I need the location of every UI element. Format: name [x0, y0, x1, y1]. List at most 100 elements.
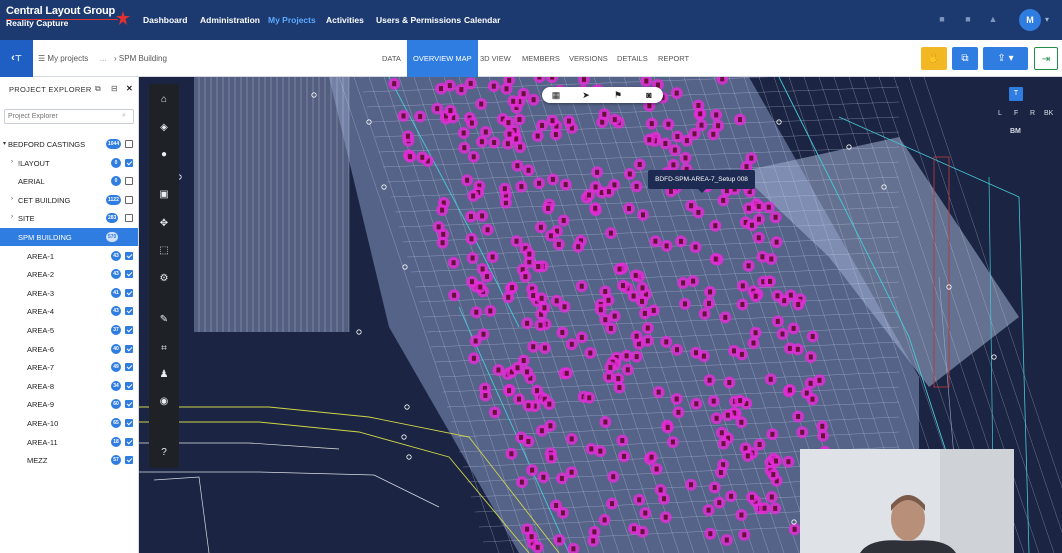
scan-marker[interactable] [531, 130, 544, 142]
scan-marker[interactable] [638, 307, 651, 320]
scan-marker[interactable] [476, 209, 489, 222]
scan-marker[interactable] [679, 297, 691, 310]
visibility-checkbox[interactable] [125, 419, 133, 427]
scan-marker[interactable] [522, 399, 535, 412]
tab-details[interactable]: DETAILS [617, 40, 648, 77]
scan-marker[interactable] [636, 281, 649, 294]
tree-caret-icon[interactable]: › [11, 196, 13, 202]
scan-marker[interactable] [710, 108, 723, 121]
scan-marker[interactable] [617, 279, 629, 292]
scan-marker[interactable] [713, 496, 726, 509]
scan-marker[interactable] [447, 256, 460, 269]
nav-administration[interactable]: Administration [200, 15, 260, 25]
scan-marker[interactable] [527, 93, 540, 106]
tab-3d-view[interactable]: 3D VIEW [480, 40, 511, 77]
scan-marker[interactable] [583, 391, 596, 404]
scan-marker[interactable] [675, 235, 687, 248]
scan-marker[interactable] [685, 199, 698, 212]
scan-marker[interactable] [550, 294, 563, 307]
scan-marker[interactable] [628, 522, 640, 535]
tree-item[interactable]: AREA-2 43 [0, 265, 138, 283]
bell-icon[interactable]: ▲ [988, 14, 998, 24]
scan-marker[interactable] [477, 328, 490, 341]
scan-marker[interactable] [546, 173, 559, 186]
scan-marker[interactable] [764, 275, 776, 288]
tab-overview-map[interactable]: OVERVIEW MAP [407, 40, 478, 77]
scan-marker[interactable] [607, 470, 620, 483]
scan-marker[interactable] [526, 464, 539, 477]
scan-marker[interactable] [572, 240, 585, 253]
scan-marker[interactable] [565, 432, 578, 445]
tree-item[interactable]: AREA-7 49 [0, 358, 138, 376]
brand-logo[interactable]: Central Layout Group Reality Capture [6, 5, 130, 28]
select-area-icon[interactable]: ⬚ [158, 245, 170, 257]
scan-marker[interactable] [502, 116, 515, 129]
explorer-search-input[interactable] [4, 109, 134, 124]
nav-calendar[interactable]: Calendar [464, 15, 500, 25]
scan-marker[interactable] [465, 117, 478, 129]
scan-marker[interactable] [796, 426, 809, 439]
scan-marker[interactable] [717, 437, 730, 450]
scan-marker[interactable] [602, 185, 615, 198]
tree-item[interactable]: AREA-1 43 [0, 247, 138, 265]
nav-dashboard[interactable]: Dashboard [143, 15, 187, 25]
scan-marker[interactable] [670, 393, 683, 405]
scan-marker[interactable] [613, 263, 626, 276]
scan-marker[interactable] [501, 137, 514, 150]
tree-caret-icon[interactable]: › [11, 214, 13, 220]
view-left-button[interactable]: L [998, 110, 1002, 117]
visibility-checkbox[interactable] [125, 158, 133, 167]
upload-dropdown-button[interactable]: ⇪ ▾ [983, 47, 1028, 70]
scan-marker[interactable] [725, 490, 738, 503]
scan-marker[interactable] [660, 239, 673, 252]
scan-marker[interactable] [466, 252, 479, 264]
nav-users-permissions[interactable]: Users & Permissions [376, 15, 461, 25]
scan-marker[interactable] [643, 133, 656, 146]
scan-marker[interactable] [792, 298, 805, 311]
visibility-checkbox[interactable] [125, 400, 133, 409]
apps-icon[interactable]: ■ [963, 14, 973, 24]
scan-marker[interactable] [680, 134, 693, 147]
view-top-button[interactable]: T [1009, 87, 1023, 101]
hand-tool-button[interactable]: ✋ [921, 47, 947, 70]
scan-marker[interactable] [749, 290, 762, 303]
scan-marker[interactable] [544, 419, 557, 432]
visibility-checkbox[interactable] [125, 140, 133, 148]
scan-marker[interactable] [745, 219, 758, 232]
scan-marker[interactable] [758, 502, 771, 515]
tree-item[interactable]: › !LAYOUT 0 [0, 154, 138, 172]
ruler-icon[interactable]: ✎ [158, 314, 170, 326]
visibility-checkbox[interactable] [125, 456, 133, 465]
visibility-checkbox[interactable] [125, 437, 133, 446]
scan-marker[interactable] [534, 319, 547, 332]
scan-marker[interactable] [747, 337, 760, 349]
tree-item[interactable]: AREA-10 65 [0, 414, 138, 432]
scan-marker[interactable] [698, 307, 711, 320]
scan-marker[interactable] [556, 506, 569, 519]
scan-marker[interactable] [481, 270, 493, 283]
scan-marker[interactable] [522, 435, 535, 448]
tree-item[interactable]: › SITE 283 [0, 209, 138, 227]
view-right-button[interactable]: R [1030, 110, 1035, 117]
user-avatar[interactable]: M [1019, 9, 1041, 31]
grid-icon[interactable]: ▦ [550, 89, 562, 101]
scan-marker[interactable] [762, 201, 775, 214]
scan-marker[interactable] [536, 119, 548, 132]
scan-marker[interactable] [672, 406, 685, 419]
scan-marker[interactable] [599, 416, 612, 428]
scan-marker[interactable] [484, 304, 497, 317]
scan-marker[interactable] [742, 202, 755, 215]
collapse-icon[interactable]: ⊟ [111, 84, 118, 93]
scan-marker[interactable] [416, 151, 429, 164]
scan-marker[interactable] [492, 364, 505, 376]
scan-marker[interactable] [404, 150, 417, 163]
scan-marker[interactable] [735, 509, 748, 521]
scan-marker[interactable] [707, 395, 720, 408]
scan-marker[interactable] [709, 219, 722, 232]
scan-marker[interactable] [721, 409, 734, 422]
camera-icon[interactable]: ◙ [643, 89, 655, 101]
scan-marker[interactable] [565, 466, 578, 479]
scan-marker[interactable] [715, 426, 728, 439]
tree-caret-icon[interactable]: › [11, 159, 13, 165]
scan-marker[interactable] [659, 511, 672, 524]
